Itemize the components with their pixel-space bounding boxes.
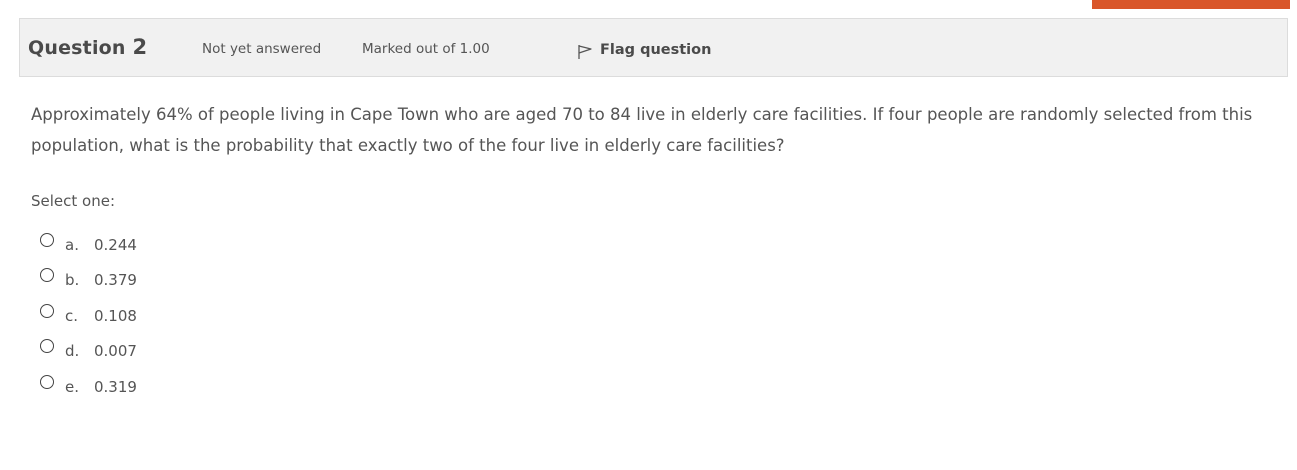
option-letter: d. — [65, 342, 80, 361]
option-value[interactable]: 0.244 — [94, 236, 137, 254]
flag-question-label: Flag question — [600, 41, 712, 58]
option-letter: b. — [65, 271, 80, 290]
question-word: Question — [28, 37, 126, 59]
select-one-prompt: Select one: — [31, 192, 116, 210]
option-value[interactable]: 0.319 — [94, 378, 137, 396]
radio-button[interactable] — [40, 339, 54, 354]
answer-option-e[interactable]: e. 0.319 — [40, 366, 137, 402]
option-letter: c. — [65, 306, 79, 325]
question-text: Approximately 64% of people living in Ca… — [31, 105, 1253, 155]
radio-button[interactable] — [40, 303, 54, 318]
question-info-header: Question 2 Not yet answered Marked out o… — [19, 18, 1288, 77]
radio-button[interactable] — [40, 374, 54, 389]
flag-question-button[interactable]: Flag question — [577, 39, 711, 60]
answer-option-a[interactable]: a. 0.244 — [40, 224, 137, 260]
option-value[interactable]: 0.379 — [94, 271, 137, 289]
flag-icon — [577, 39, 600, 60]
accent-bar — [1092, 0, 1290, 9]
option-value[interactable]: 0.108 — [94, 307, 137, 325]
radio-button[interactable] — [40, 268, 54, 283]
option-value[interactable]: 0.007 — [94, 342, 137, 360]
question-title: Question 2 — [28, 35, 147, 59]
option-letter: a. — [65, 235, 79, 254]
radio-button[interactable] — [40, 232, 54, 247]
answer-option-b[interactable]: b. 0.379 — [40, 260, 137, 296]
option-letter: e. — [65, 377, 79, 396]
answer-options: a. 0.244 b. 0.379 c. 0.108 d. 0.007 e. 0… — [40, 224, 137, 402]
question-state: Not yet answered — [202, 41, 322, 57]
question-number: 2 — [132, 35, 148, 59]
answer-option-d[interactable]: d. 0.007 — [40, 331, 137, 367]
answer-option-c[interactable]: c. 0.108 — [40, 295, 137, 331]
question-grade: Marked out of 1.00 — [362, 41, 490, 57]
